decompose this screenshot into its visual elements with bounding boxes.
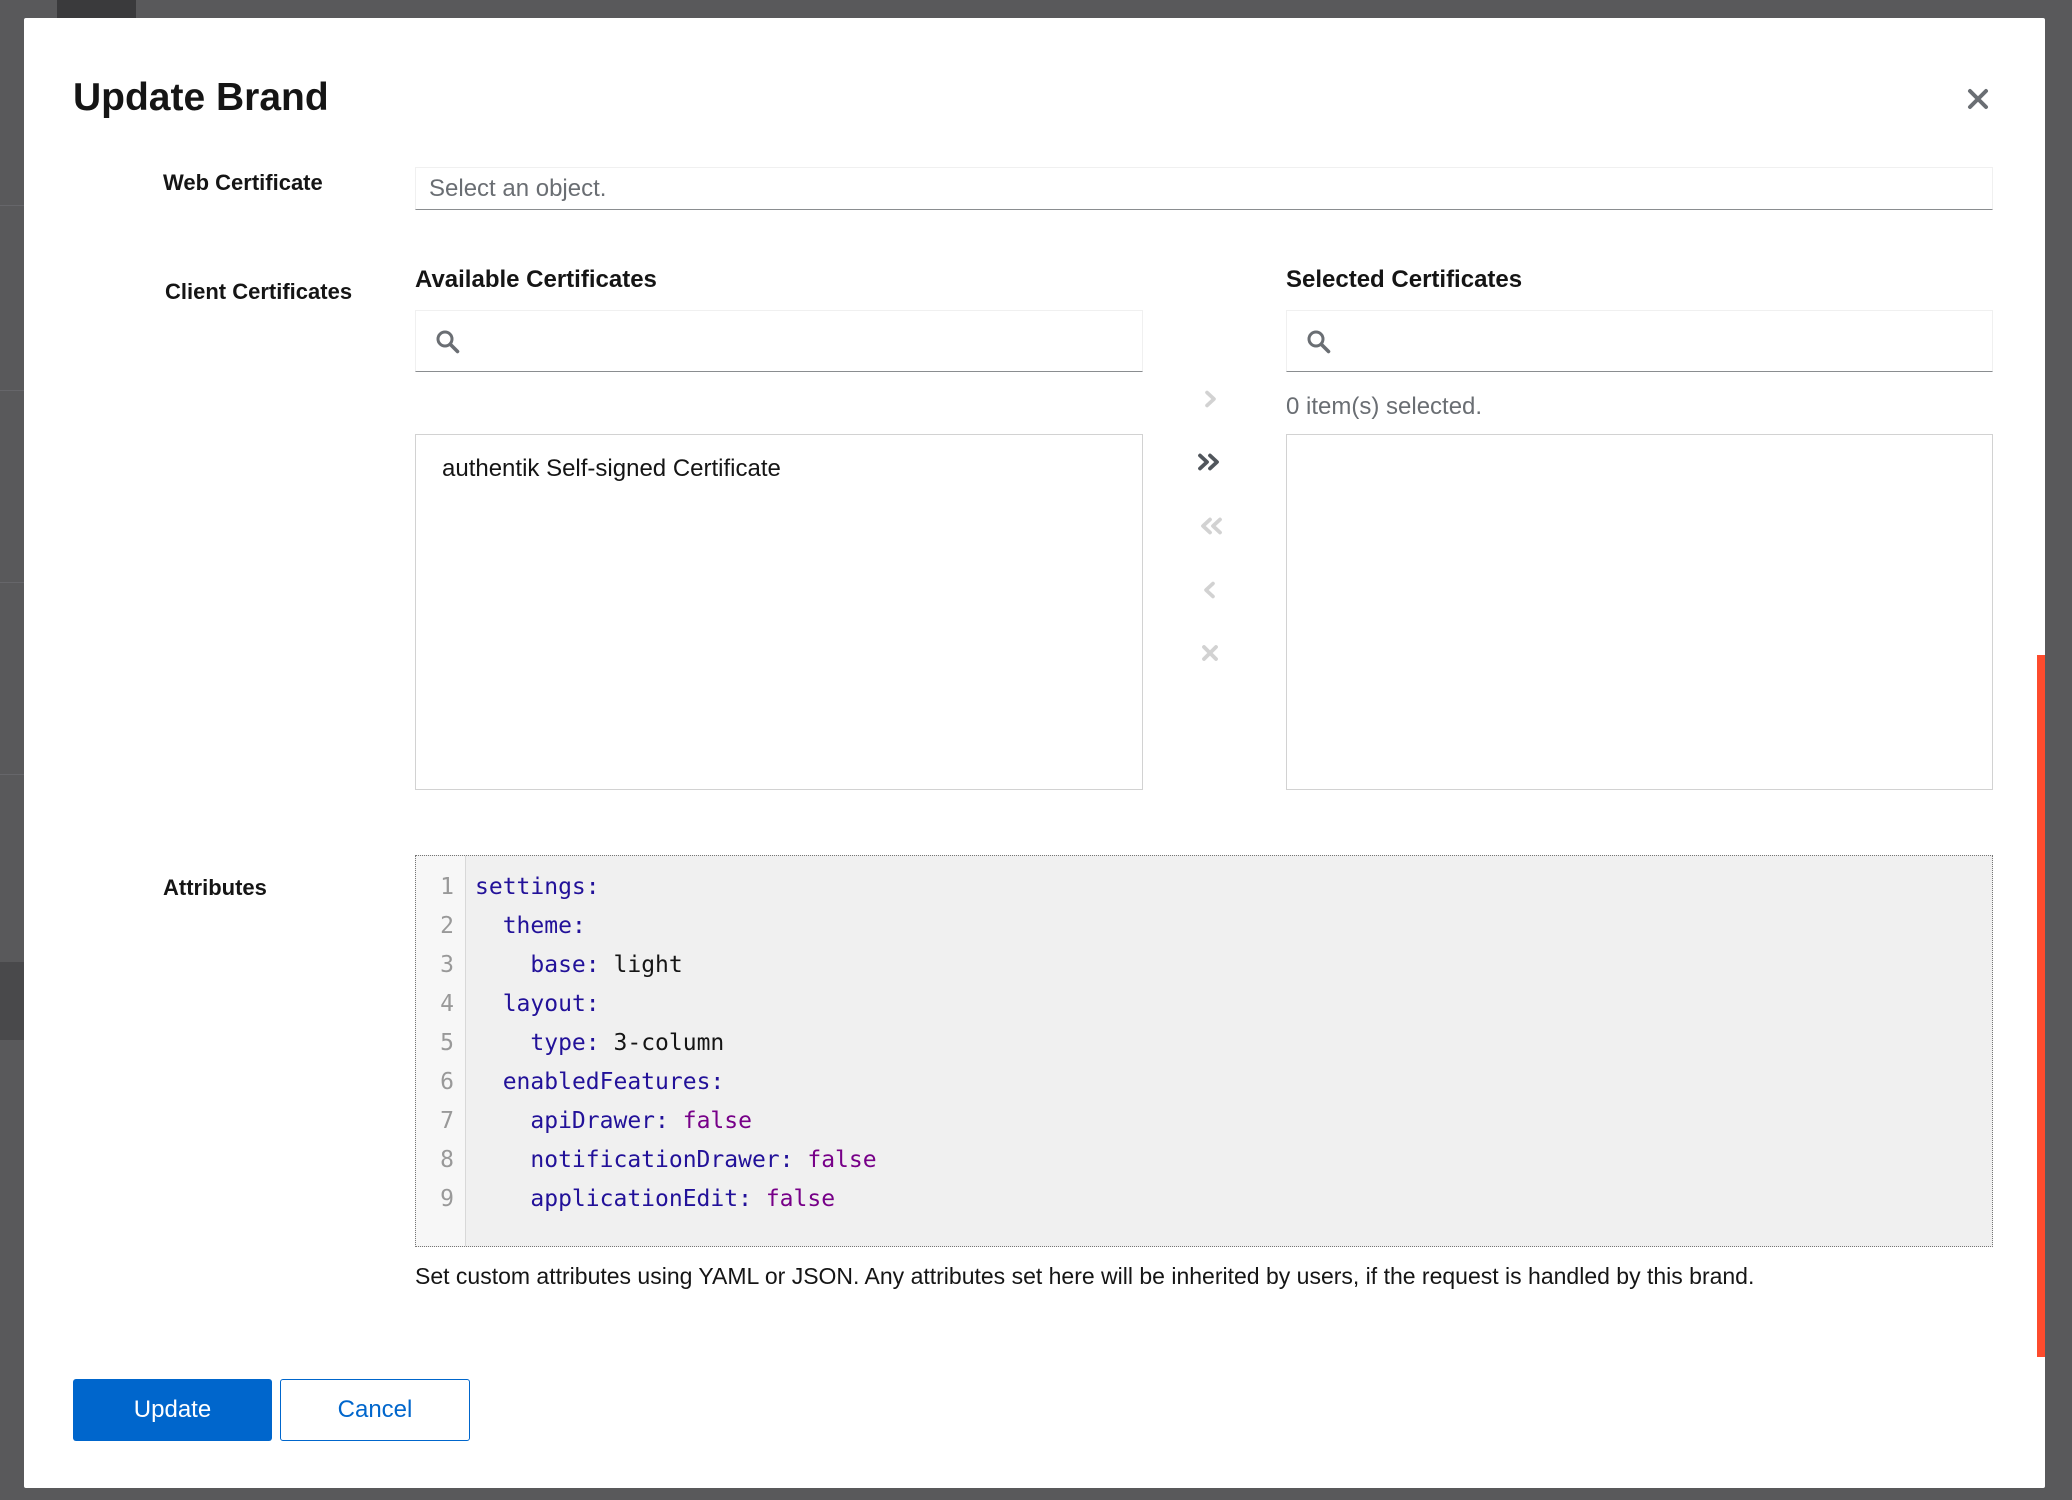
code-line: 1settings:: [416, 868, 1992, 907]
selected-certificates-search-input[interactable]: [1346, 320, 1974, 362]
web-certificate-placeholder: Select an object.: [429, 175, 606, 203]
move-all-left-button[interactable]: [1190, 506, 1230, 546]
available-certificates-search-input[interactable]: [475, 320, 1124, 362]
update-brand-modal: Update Brand Web Certificate Select an o…: [24, 18, 2045, 1488]
update-button[interactable]: Update: [73, 1379, 272, 1441]
web-certificate-select[interactable]: Select an object.: [415, 167, 1993, 210]
code-line: 6 enabledFeatures:: [416, 1063, 1992, 1102]
close-icon: [1963, 84, 1993, 114]
code-line: 9 applicationEdit: false: [416, 1180, 1992, 1219]
move-all-right-button[interactable]: [1190, 442, 1230, 482]
code-line: 8 notificationDrawer: false: [416, 1141, 1992, 1180]
selected-certificates-header: Selected Certificates: [1286, 266, 1522, 294]
modal-title: Update Brand: [73, 76, 329, 120]
attributes-help-text: Set custom attributes using YAML or JSON…: [415, 1262, 1975, 1290]
times-icon: [1197, 640, 1223, 666]
background-artifact: [0, 582, 24, 583]
double-chevron-left-icon: [1194, 513, 1226, 539]
code-line: 3 base: light: [416, 946, 1992, 985]
code-line: 7 apiDrawer: false: [416, 1102, 1992, 1141]
available-certificates-list[interactable]: authentik Self-signed Certificate: [415, 434, 1143, 790]
selected-certificates-search: [1286, 310, 1993, 372]
chevron-left-icon: [1197, 577, 1223, 603]
code-line: 4 layout:: [416, 985, 1992, 1024]
certificate-option[interactable]: authentik Self-signed Certificate: [416, 435, 1142, 503]
background-artifact: [0, 390, 24, 391]
client-certificates-label: Client Certificates: [165, 279, 352, 305]
background-artifact: [0, 774, 24, 775]
code-line: 5 type: 3-column: [416, 1024, 1992, 1063]
search-icon: [1305, 328, 1332, 355]
double-chevron-right-icon: [1194, 449, 1226, 475]
cancel-button[interactable]: Cancel: [280, 1379, 470, 1441]
code-line: 2 theme:: [416, 907, 1992, 946]
web-certificate-label: Web Certificate: [163, 170, 323, 196]
background-artifact: [0, 205, 24, 206]
attributes-label: Attributes: [163, 875, 267, 901]
move-selected-right-button[interactable]: [1190, 379, 1230, 419]
background-artifact: [0, 962, 24, 1040]
available-certificates-header: Available Certificates: [415, 266, 657, 294]
attributes-code-editor[interactable]: 1settings:2 theme:3 base: light4 layout:…: [415, 855, 1993, 1247]
selected-certificates-list[interactable]: [1286, 434, 1993, 790]
clear-selected-button[interactable]: [1190, 633, 1230, 673]
search-icon: [434, 328, 461, 355]
selected-count-status: 0 item(s) selected.: [1286, 393, 1482, 421]
close-button[interactable]: [1952, 73, 2004, 125]
move-selected-left-button[interactable]: [1190, 570, 1230, 610]
available-certificates-search: [415, 310, 1143, 372]
chevron-right-icon: [1197, 386, 1223, 412]
code-lines: 1settings:2 theme:3 base: light4 layout:…: [416, 868, 1992, 1219]
background-artifact: [57, 0, 136, 18]
modal-scrollbar-thumb[interactable]: [2037, 655, 2045, 1357]
